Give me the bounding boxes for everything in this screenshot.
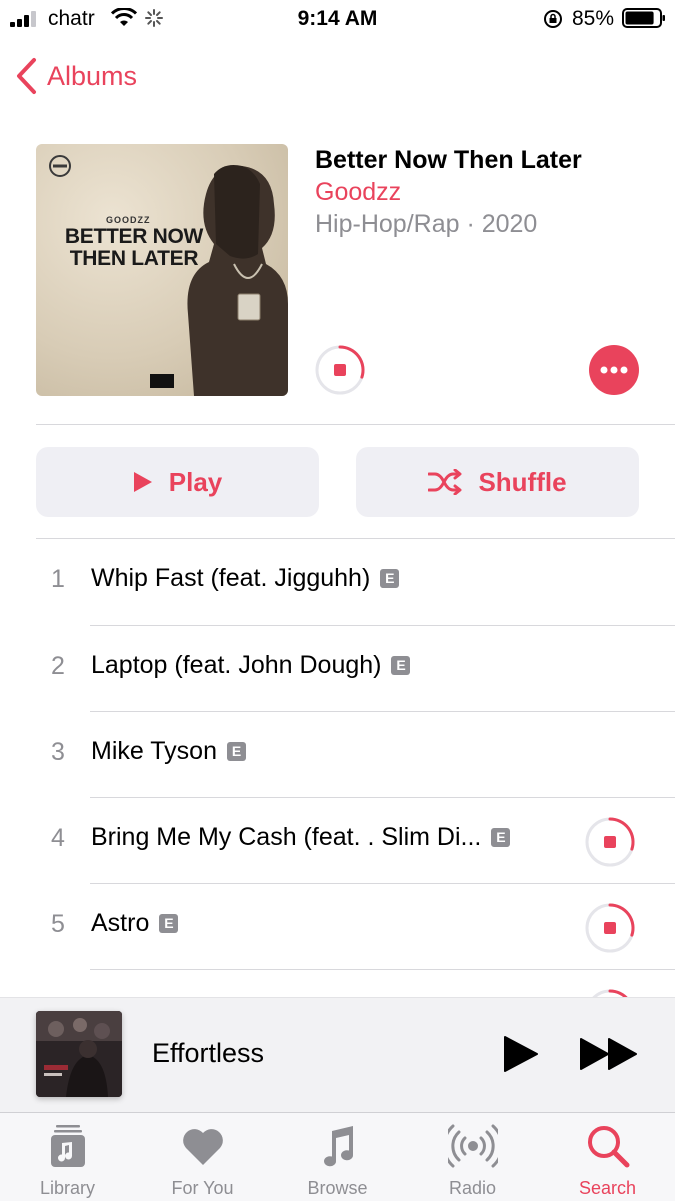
- ellipsis-icon: [600, 366, 628, 374]
- shuffle-label: Shuffle: [478, 466, 567, 497]
- more-options-button[interactable]: [589, 345, 639, 395]
- now-playing-title: Effortless: [152, 1038, 265, 1068]
- parental-advisory-icon: [150, 374, 174, 388]
- divider: [36, 424, 675, 425]
- explicit-badge: E: [226, 742, 246, 761]
- music-note-icon: [324, 1126, 354, 1167]
- download-progress-icon[interactable]: [584, 902, 636, 954]
- tab-radio[interactable]: Radio: [405, 1113, 540, 1201]
- track-title: Bring Me My Cash (feat. . Slim Di...: [91, 823, 482, 851]
- heart-icon: [183, 1129, 223, 1165]
- track-number: 3: [51, 738, 65, 766]
- play-icon[interactable]: [500, 1034, 540, 1074]
- album-genre-year: Hip-Hop/Rap · 2020: [315, 210, 538, 238]
- track-row[interactable]: 2 Laptop (feat. John Dough) E: [0, 626, 675, 712]
- track-number: 1: [51, 565, 65, 593]
- album-artwork-figure: [187, 165, 288, 396]
- tab-bar: Library For You Browse Radio Search: [0, 1112, 675, 1201]
- album-logo-icon: [49, 155, 71, 177]
- track-number: 5: [51, 910, 65, 938]
- download-progress-icon[interactable]: [584, 816, 636, 868]
- track-row[interactable]: 3 Mike Tyson E: [0, 712, 675, 798]
- track-title: Laptop (feat. John Dough): [91, 651, 382, 679]
- tab-browse[interactable]: Browse: [270, 1113, 405, 1201]
- album-artwork-title: BETTER NOW THEN LATER: [64, 225, 204, 270]
- shuffle-icon: [428, 469, 462, 495]
- track-number: 2: [51, 652, 65, 680]
- track-number: 4: [51, 824, 65, 852]
- mini-player[interactable]: Effortless: [0, 997, 675, 1113]
- album-artist-link[interactable]: Goodzz: [315, 178, 401, 207]
- library-icon: [51, 1125, 85, 1167]
- tab-label: Search: [578, 1178, 637, 1198]
- battery-percent: 85%: [572, 7, 615, 30]
- tab-label: Radio: [448, 1178, 497, 1198]
- track-row[interactable]: 5 Astro E: [0, 884, 675, 970]
- tab-label: Browse: [307, 1178, 368, 1198]
- album-title: Better Now Then Later: [315, 146, 582, 174]
- radio-icon: [448, 1124, 498, 1168]
- tab-search[interactable]: Search: [540, 1113, 675, 1201]
- explicit-badge: E: [491, 828, 511, 847]
- fast-forward-icon[interactable]: [578, 1034, 640, 1074]
- explicit-badge: E: [380, 569, 400, 588]
- shuffle-button[interactable]: Shuffle: [356, 447, 639, 517]
- tab-label: For You: [171, 1178, 234, 1198]
- divider: [90, 969, 675, 970]
- battery-icon: [622, 8, 665, 28]
- now-playing-artwork: [36, 1011, 122, 1097]
- search-icon: [588, 1126, 630, 1168]
- tab-for-you[interactable]: For You: [135, 1113, 270, 1201]
- track-title: Whip Fast (feat. Jigguhh): [91, 564, 371, 592]
- status-bar: chatr 9:14 AM 85%: [0, 0, 675, 38]
- tab-library[interactable]: Library: [0, 1113, 135, 1201]
- back-button[interactable]: Albums: [14, 54, 137, 98]
- album-artwork: GOODZZ BETTER NOW THEN LATER: [36, 144, 288, 396]
- play-label: Play: [168, 466, 223, 497]
- play-icon: [133, 472, 152, 492]
- back-label: Albums: [47, 60, 138, 91]
- track-title: Mike Tyson: [91, 737, 217, 765]
- rotation-lock-icon: [544, 10, 562, 28]
- play-button[interactable]: Play: [36, 447, 319, 517]
- download-progress-icon[interactable]: [314, 344, 366, 396]
- track-row[interactable]: 1 Whip Fast (feat. Jigguhh) E: [0, 539, 675, 625]
- chevron-left-icon: [17, 58, 36, 94]
- explicit-badge: E: [159, 914, 179, 933]
- tab-label: Library: [39, 1178, 96, 1198]
- track-title: Astro: [91, 909, 150, 937]
- track-row[interactable]: 4 Bring Me My Cash (feat. . Slim Di... E: [0, 798, 675, 884]
- explicit-badge: E: [391, 656, 411, 675]
- album-artwork-brand: GOODZZ: [106, 215, 151, 225]
